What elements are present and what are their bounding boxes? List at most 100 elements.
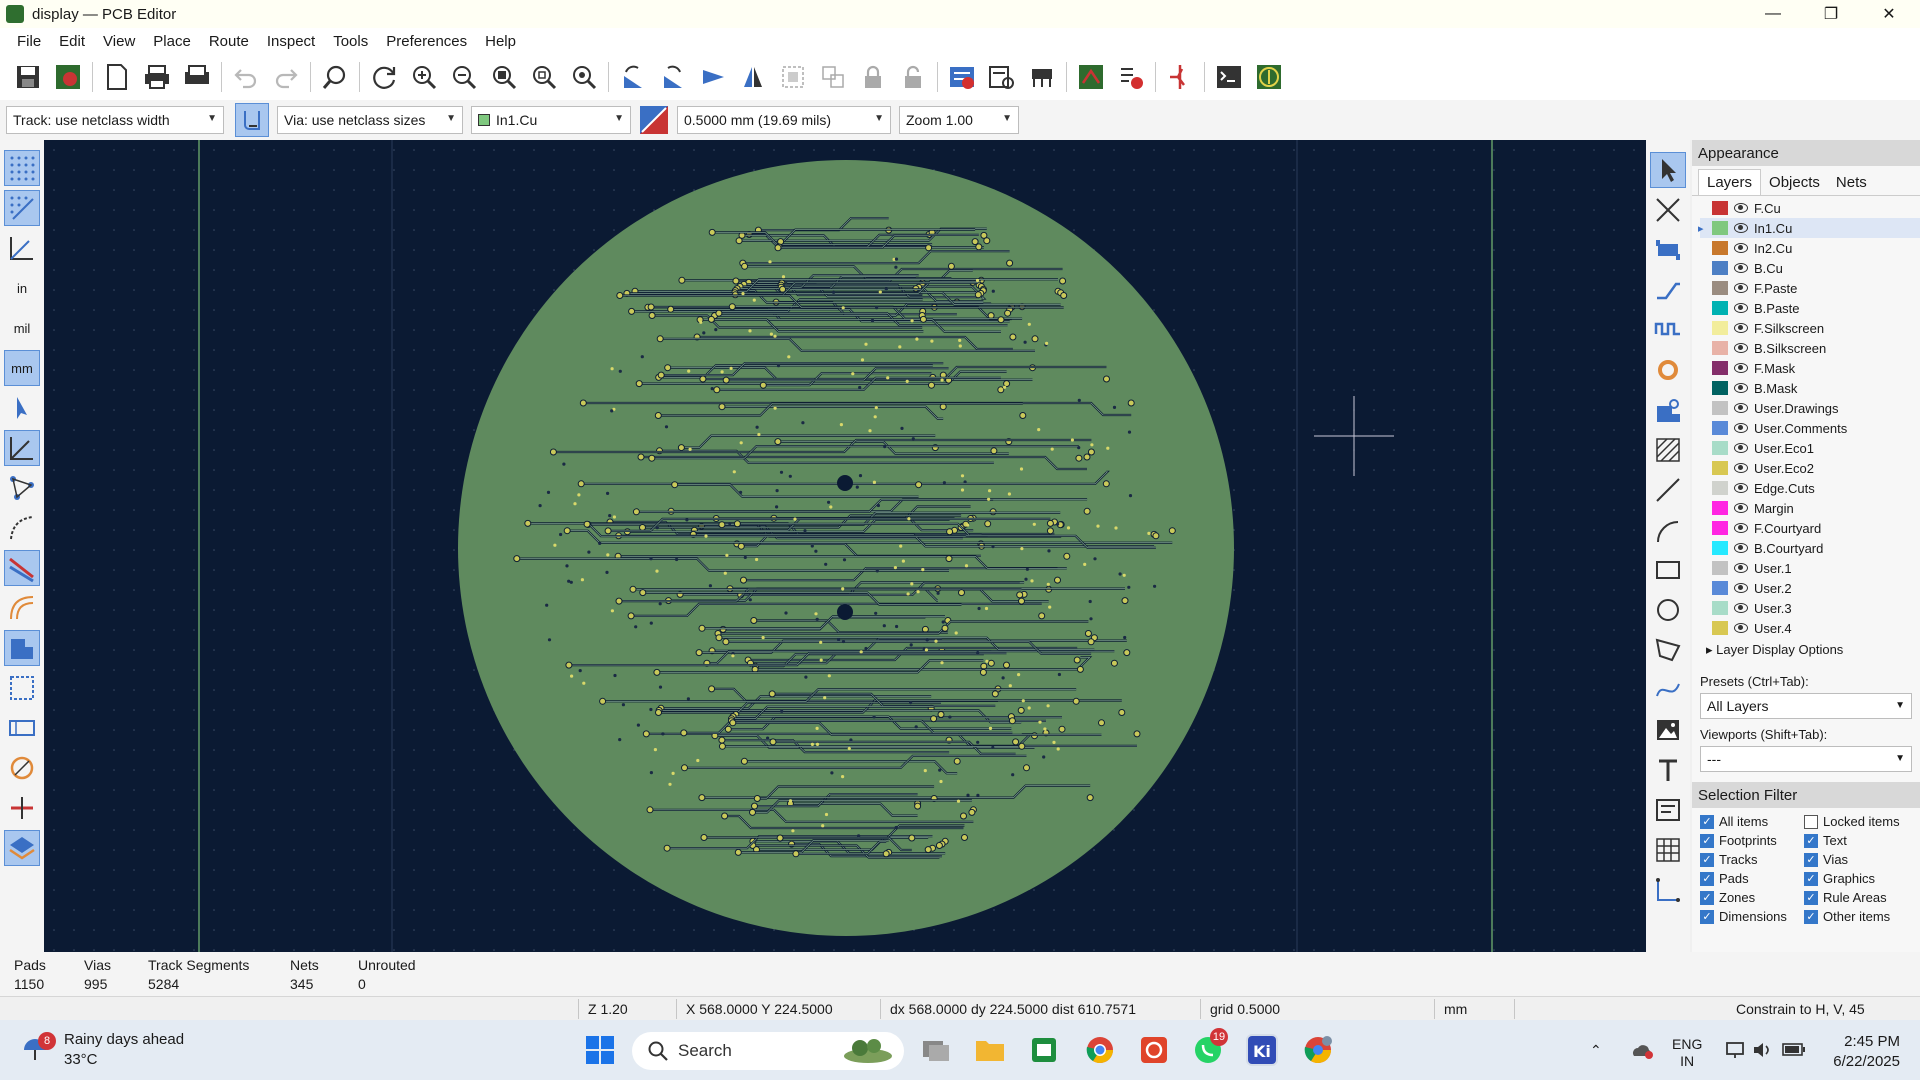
tab-nets[interactable]: Nets (1828, 170, 1875, 195)
eye-icon[interactable] (1734, 283, 1748, 293)
draw-arc-button[interactable] (1650, 512, 1686, 548)
add-table-button[interactable] (1650, 832, 1686, 868)
track-fill-button[interactable] (4, 790, 40, 826)
kicad-taskbar-button[interactable]: Ki (1246, 1034, 1278, 1066)
layer-color-swatch[interactable] (1712, 601, 1728, 615)
lock-button[interactable] (856, 60, 890, 94)
grid-overrides-button[interactable] (4, 190, 40, 226)
filter-checkbox[interactable]: ✓ Rule Areas (1804, 890, 1914, 905)
unchecked-box-icon[interactable] (1804, 814, 1818, 829)
taskbar-search[interactable]: Search (632, 1032, 904, 1070)
draw-polygon-button[interactable] (1650, 632, 1686, 668)
pcb-canvas[interactable] (44, 140, 1646, 952)
rotate-ccw-button[interactable] (616, 60, 650, 94)
eye-icon[interactable] (1734, 463, 1748, 473)
filter-checkbox[interactable]: ✓ Zones (1700, 890, 1804, 905)
show-ratsnest-button[interactable] (4, 470, 40, 506)
netlist-update-button[interactable] (945, 60, 979, 94)
print-button[interactable] (140, 60, 174, 94)
layer-row[interactable]: Edge.Cuts (1700, 478, 1920, 498)
checkmark-icon[interactable]: ✓ (1804, 890, 1818, 905)
filter-checkbox[interactable]: ✓ Pads (1700, 871, 1804, 886)
units-mils-button[interactable]: mil (4, 310, 40, 346)
eye-icon[interactable] (1734, 543, 1748, 553)
checkmark-icon[interactable]: ✓ (1804, 909, 1818, 924)
eye-icon[interactable] (1734, 303, 1748, 313)
select-tool-button[interactable] (1650, 152, 1686, 188)
layer-color-swatch[interactable] (1712, 201, 1728, 215)
layer-color-swatch[interactable] (1712, 521, 1728, 535)
layer-row[interactable]: User.Drawings (1700, 398, 1920, 418)
filter-checkbox[interactable]: ✓ Text (1804, 833, 1914, 848)
local-ratsnest-button[interactable] (1650, 192, 1686, 228)
layer-row[interactable]: F.Silkscreen (1700, 318, 1920, 338)
layer-color-swatch[interactable] (1712, 461, 1728, 475)
eye-icon[interactable] (1734, 623, 1748, 633)
layer-row[interactable]: Margin (1700, 498, 1920, 518)
units-inches-button[interactable]: in (4, 270, 40, 306)
menu-help[interactable]: Help (476, 33, 525, 50)
layer-color-swatch[interactable] (1712, 321, 1728, 335)
page-settings-button[interactable] (100, 60, 134, 94)
chrome-button[interactable] (1084, 1034, 1116, 1066)
eye-icon[interactable] (1734, 343, 1748, 353)
eye-icon[interactable] (1734, 563, 1748, 573)
menu-place[interactable]: Place (144, 33, 200, 50)
zoom-in-button[interactable] (407, 60, 441, 94)
find-button[interactable] (318, 60, 352, 94)
layer-row[interactable]: User.4 (1700, 618, 1920, 638)
grid-select[interactable]: 0.5000 mm (19.69 mils) ▼ (677, 106, 891, 134)
checkmark-icon[interactable]: ✓ (1700, 833, 1714, 848)
layer-color-swatch[interactable] (1712, 341, 1728, 355)
layer-color-swatch[interactable] (1712, 421, 1728, 435)
layer-row[interactable]: F.Mask (1700, 358, 1920, 378)
layer-row[interactable]: User.Comments (1700, 418, 1920, 438)
fill-zones-button[interactable] (4, 630, 40, 666)
language-indicator[interactable]: ENG IN (1672, 1036, 1702, 1070)
layer-color-swatch[interactable] (1712, 281, 1728, 295)
eye-icon[interactable] (1734, 363, 1748, 373)
add-zone-button[interactable] (1650, 392, 1686, 428)
eye-icon[interactable] (1734, 243, 1748, 253)
gear-app-button[interactable] (1138, 1034, 1170, 1066)
eye-icon[interactable] (1734, 423, 1748, 433)
layer-color-swatch[interactable] (1712, 501, 1728, 515)
undo-button[interactable] (229, 60, 263, 94)
drc-button[interactable] (1114, 60, 1148, 94)
units-mm-button[interactable]: mm (4, 350, 40, 386)
presets-select[interactable]: All Layers ▼ (1700, 693, 1912, 719)
plot-button[interactable] (180, 60, 214, 94)
clock[interactable]: 2:45 PM 6/22/2025 (1824, 1032, 1900, 1072)
filter-checkbox[interactable]: Locked items (1804, 814, 1914, 829)
route-track-button[interactable] (1650, 272, 1686, 308)
rule-area-button[interactable] (1650, 432, 1686, 468)
layers-manager-button[interactable] (4, 830, 40, 866)
viewports-select[interactable]: --- ▼ (1700, 746, 1912, 772)
draw-circle-button[interactable] (1650, 592, 1686, 628)
menu-file[interactable]: File (8, 33, 50, 50)
layer-row[interactable]: User.3 (1700, 598, 1920, 618)
board-setup-button[interactable] (51, 60, 85, 94)
via-fill-button[interactable] (4, 750, 40, 786)
eye-icon[interactable] (1734, 323, 1748, 333)
eye-icon[interactable] (1734, 583, 1748, 593)
footprint-editor-button[interactable] (1025, 60, 1059, 94)
tab-objects[interactable]: Objects (1761, 170, 1828, 195)
layer-select[interactable]: In1.Cu ▼ (471, 106, 631, 134)
layer-row[interactable]: User.2 (1700, 578, 1920, 598)
track-width-select[interactable]: Track: use netclass width ▼ (6, 106, 224, 134)
zoom-objects-button[interactable] (527, 60, 561, 94)
layer-row[interactable]: F.Cu (1700, 198, 1920, 218)
checkmark-icon[interactable]: ✓ (1804, 871, 1818, 886)
start-button[interactable] (584, 1034, 616, 1066)
rotate-cw-button[interactable] (656, 60, 690, 94)
volume-tray-button[interactable] (1752, 1040, 1774, 1063)
close-button[interactable]: ✕ (1860, 0, 1918, 28)
minimize-button[interactable]: — (1744, 0, 1802, 28)
layer-row[interactable]: B.Mask (1700, 378, 1920, 398)
layer-color-swatch[interactable] (1712, 621, 1728, 635)
checkmark-icon[interactable]: ✓ (1700, 909, 1714, 924)
add-via-button[interactable] (1650, 352, 1686, 388)
layer-row[interactable]: B.Paste (1700, 298, 1920, 318)
layer-color-swatch[interactable] (1712, 381, 1728, 395)
